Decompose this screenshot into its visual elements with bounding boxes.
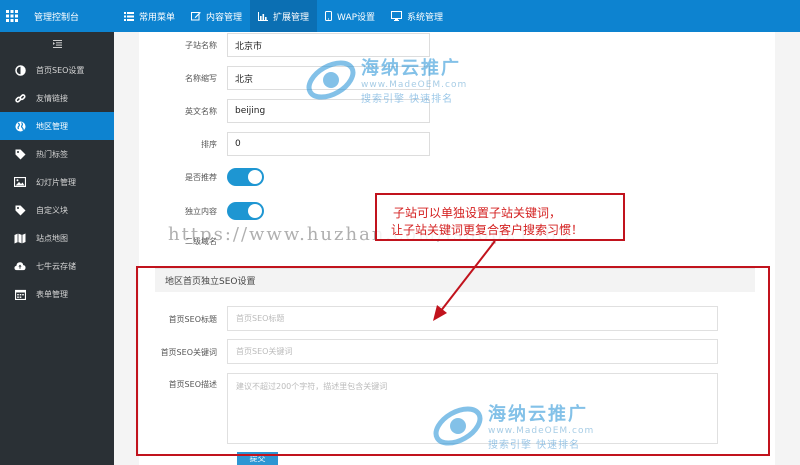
recommend-toggle[interactable] [227, 168, 264, 186]
list-icon [124, 11, 134, 21]
sidebar-item-form-management[interactable]: 表单管理 [0, 280, 114, 308]
sidebar-item-label: 热门标签 [36, 149, 68, 159]
subsite-name-label: 子站名称 [185, 40, 217, 50]
tag-icon [14, 148, 26, 160]
calendar-icon [14, 288, 26, 300]
nav-extension-management[interactable]: 扩展管理 [250, 0, 318, 32]
sidebar-item-slideshow[interactable]: 幻灯片管理 [0, 168, 114, 196]
independent-label: 独立内容 [185, 206, 217, 216]
bar-chart-icon [258, 11, 269, 21]
recommend-label: 是否推荐 [185, 172, 217, 182]
watermark-title: 海纳云推广 [361, 58, 461, 79]
sidebar-item-homepage-seo[interactable]: 首页SEO设置 [0, 56, 114, 84]
sidebar-item-hot-tags[interactable]: 热门标签 [0, 140, 114, 168]
tag-icon [14, 204, 26, 216]
monitor-icon [391, 11, 403, 21]
english-name-label: 英文名称 [185, 106, 217, 116]
sort-label: 排序 [201, 139, 217, 149]
watermark-swirl-icon [306, 60, 356, 100]
top-nav: 常用菜单 内容管理 扩展管理 WAP设置 系统管理 [116, 0, 451, 32]
sidebar-item-qiniu-storage[interactable]: 七牛云存储 [0, 252, 114, 280]
sidebar-item-label: 七牛云存储 [36, 261, 76, 271]
nav-label: 内容管理 [206, 12, 243, 23]
nav-system-management[interactable]: 系统管理 [383, 0, 451, 32]
toggle-knob [248, 170, 262, 184]
watermark-slogan: 搜索引擎 快速排名 [361, 94, 454, 105]
map-icon [14, 232, 26, 244]
sidebar: 首页SEO设置 友情链接 地区管理 热门标签 幻灯片管理 自定义块 站点地图 七… [0, 32, 114, 465]
half-circle-icon [14, 64, 26, 76]
independent-toggle[interactable] [227, 202, 264, 220]
annotation-line-2: 让子站关键词更复合客户搜索习惯！ [391, 223, 584, 237]
nav-label: WAP设置 [337, 12, 376, 23]
toggle-knob [248, 204, 262, 218]
watermark-text: 海纳云推广 www.MadeOEM.com 搜索引擎 快速排名 [361, 54, 467, 105]
watermark-logo-top: 海纳云推广 www.MadeOEM.com 搜索引擎 快速排名 [305, 54, 467, 106]
sidebar-item-label: 站点地图 [36, 233, 68, 243]
sidebar-item-label: 地区管理 [36, 121, 68, 131]
nav-label: 系统管理 [407, 12, 444, 23]
nav-label: 常用菜单 [139, 12, 176, 23]
link-icon [14, 92, 26, 104]
sidebar-item-label: 自定义块 [36, 205, 68, 215]
sidebar-item-custom-block[interactable]: 自定义块 [0, 196, 114, 224]
short-name-label: 名称缩写 [185, 73, 217, 83]
app-grid-icon[interactable] [0, 0, 24, 32]
sidebar-item-label: 幻灯片管理 [36, 177, 76, 187]
nav-label: 扩展管理 [273, 12, 310, 23]
menu-collapse-icon[interactable] [0, 32, 114, 56]
mobile-icon [325, 11, 333, 21]
seo-highlight-box [136, 266, 770, 456]
annotation-note-box: 子站可以单独设置子站关键词， 让子站关键词更复合客户搜索习惯！ [375, 193, 625, 241]
recommend-row: 是否推荐 [139, 168, 264, 186]
sidebar-item-sitemap[interactable]: 站点地图 [0, 224, 114, 252]
sort-row: 排序 0 [139, 132, 430, 156]
edit-icon [191, 11, 201, 21]
sidebar-item-region-management[interactable]: 地区管理 [0, 112, 114, 140]
brand-title: 管理控制台 [34, 12, 80, 23]
sidebar-item-label: 首页SEO设置 [36, 65, 85, 75]
nav-content-management[interactable]: 内容管理 [183, 0, 250, 32]
watermark-site: www.MadeOEM.com [361, 80, 468, 90]
globe-icon [14, 120, 26, 132]
cloud-upload-icon [14, 260, 26, 272]
nav-wap-settings[interactable]: WAP设置 [317, 0, 383, 32]
nav-common-menu[interactable]: 常用菜单 [116, 0, 183, 32]
sidebar-item-label: 友情链接 [36, 93, 68, 103]
sort-input[interactable]: 0 [227, 132, 430, 156]
sidebar-item-label: 表单管理 [36, 289, 68, 299]
image-icon [14, 176, 26, 188]
annotation-line-1: 子站可以单独设置子站关键词， [393, 206, 562, 220]
sidebar-item-friend-links[interactable]: 友情链接 [0, 84, 114, 112]
independent-row: 独立内容 [139, 202, 264, 220]
top-navbar: 管理控制台 常用菜单 内容管理 扩展管理 WAP设置 系统管理 [0, 0, 800, 32]
